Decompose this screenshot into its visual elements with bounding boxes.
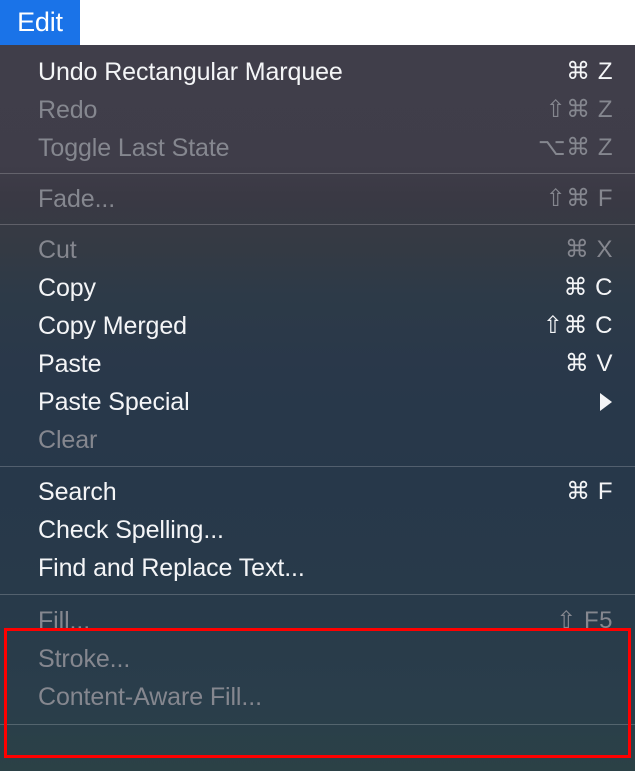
menu-item-toggle-last-state: Toggle Last State ⌥⌘ Z [0,129,635,167]
menu-item-label: Paste Special [38,388,190,416]
menu-group-clipboard: Cut ⌘ X Copy ⌘ C Copy Merged ⇧⌘ C Paste … [0,225,635,466]
menu-item-redo: Redo ⇧⌘ Z [0,91,635,129]
menu-item-shortcut: ⌘ C [563,274,613,301]
menu-item-label: Copy [38,274,96,302]
menu-item-fade: Fade... ⇧⌘ F [0,180,635,218]
menu-item-shortcut: ⇧⌘ F [545,185,613,212]
menu-item-paste[interactable]: Paste ⌘ V [0,345,635,383]
menu-item-shortcut: ⌘ F [566,478,613,505]
menu-item-clear: Clear [0,421,635,459]
menu-item-content-aware-fill: Content-Aware Fill... [0,678,635,716]
menu-item-paste-special[interactable]: Paste Special [0,383,635,421]
menu-item-cut: Cut ⌘ X [0,231,635,269]
menu-item-label: Paste [38,350,102,378]
menu-group-undo: Undo Rectangular Marquee ⌘ Z Redo ⇧⌘ Z T… [0,45,635,173]
menu-item-label: Find and Replace Text... [38,554,305,582]
menu-item-label: Fill... [38,607,91,635]
menubar-item-edit[interactable]: Edit [0,0,80,45]
menu-item-label: Redo [38,96,98,124]
chevron-right-icon [600,393,612,411]
edit-menu-dropdown: Undo Rectangular Marquee ⌘ Z Redo ⇧⌘ Z T… [0,45,635,771]
menu-item-label: Content-Aware Fill... [38,683,262,711]
menu-item-label: Stroke... [38,645,131,673]
menu-item-undo-rectangular-marquee[interactable]: Undo Rectangular Marquee ⌘ Z [0,53,635,91]
menu-item-fill: Fill... ⇧ F5 [0,602,635,640]
menu-item-search[interactable]: Search ⌘ F [0,473,635,511]
menu-item-check-spelling[interactable]: Check Spelling... [0,511,635,549]
menu-item-label: Clear [38,426,98,454]
menu-item-shortcut: ⌘ X [564,236,613,263]
menu-item-shortcut: ⇧ F5 [556,607,613,634]
menu-item-copy[interactable]: Copy ⌘ C [0,269,635,307]
menu-item-label: Search [38,478,117,506]
menu-item-label: Fade... [38,185,116,213]
menu-item-copy-merged[interactable]: Copy Merged ⇧⌘ C [0,307,635,345]
menu-item-label: Cut [38,236,77,264]
menu-item-stroke: Stroke... [0,640,635,678]
menu-item-shortcut: ⌘ V [564,350,613,377]
menu-group-fill: Fill... ⇧ F5 Stroke... Content-Aware Fil… [0,595,635,724]
screen-root: Edit Undo Rectangular Marquee ⌘ Z Redo ⇧… [0,0,635,771]
menu-item-label: Undo Rectangular Marquee [38,58,343,86]
menu-item-shortcut: ⇧⌘ Z [545,96,613,123]
menu-item-shortcut: ⌘ Z [566,58,613,85]
menu-group-find: Search ⌘ F Check Spelling... Find and Re… [0,467,635,594]
menu-group-fade: Fade... ⇧⌘ F [0,174,635,224]
menu-item-label: Copy Merged [38,312,187,340]
menubar: Edit [0,0,635,45]
menu-item-shortcut: ⇧⌘ C [542,312,613,339]
menu-item-label: Toggle Last State [38,134,230,162]
menu-separator [0,724,635,725]
menu-item-shortcut: ⌥⌘ Z [538,134,613,161]
menu-item-find-and-replace-text[interactable]: Find and Replace Text... [0,549,635,587]
menu-item-label: Check Spelling... [38,516,224,544]
